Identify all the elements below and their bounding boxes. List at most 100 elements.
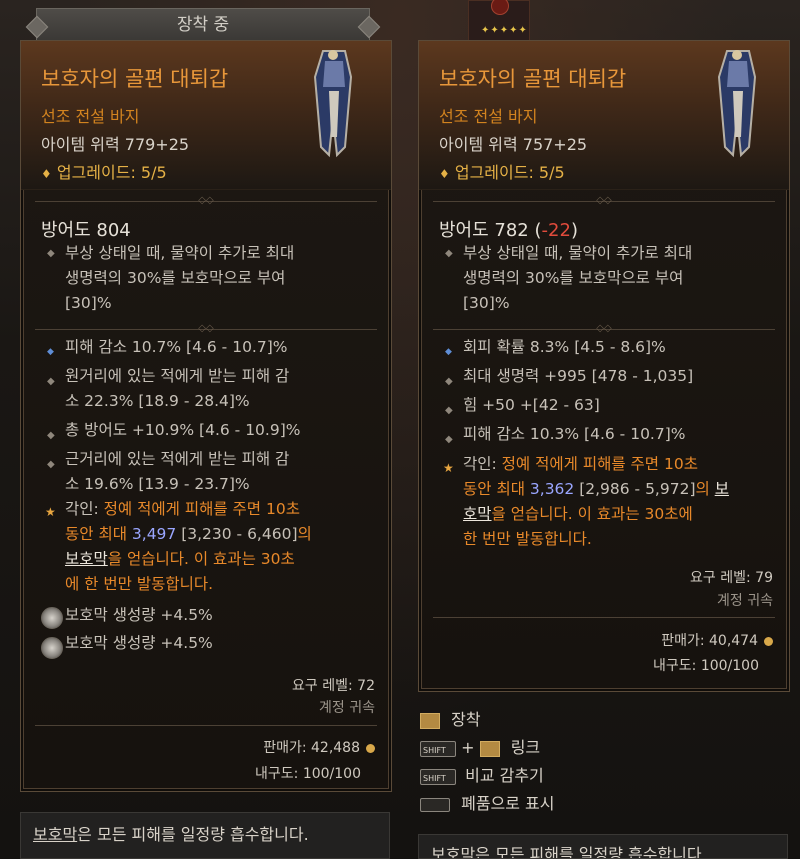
item-type: 선조 전설 바지 — [41, 107, 140, 126]
space-key-icon — [420, 797, 450, 812]
affix-line: 최대 생명력 +995 [478 - 1,035] — [463, 367, 694, 385]
required-level: 요구 레벨: 79 — [690, 570, 773, 586]
aspect-line: 동안 최대 3,362 [2,986 - 5,972]의 보 — [463, 480, 729, 498]
armor-delta: -22 — [541, 220, 571, 241]
barrier-tooltip-note: 보호막은 모든 피해를 일정량 흡수합니다. — [418, 834, 788, 859]
item-type: 선조 전설 바지 — [439, 107, 538, 126]
hide-compare-label: 비교 감추기 — [465, 766, 544, 785]
equip-action[interactable]: 장착 — [420, 706, 481, 730]
barrier-keyword-link[interactable]: 호막 — [463, 505, 492, 523]
item-upgrade: ♦ 업그레이드: 5/5 — [439, 159, 565, 183]
right-mouse-icon — [420, 712, 440, 729]
divider-ornament-icon: ◇◇ — [198, 323, 214, 334]
gem-banner: ✦✦✦✦✦ — [468, 0, 530, 42]
aspect-star-icon: ★ — [443, 461, 454, 475]
implicit-line: [30]% — [463, 294, 510, 312]
item-upgrade: ♦ 업그레이드: 5/5 — [41, 159, 167, 183]
affix-bullet-icon: ◆ — [445, 434, 453, 445]
socket-line: 보호막 생성량 +4.5% — [65, 634, 213, 652]
affix-bullet-icon: ◆ — [47, 459, 55, 470]
durability: 내구도: 100/100 — [255, 766, 361, 782]
sell-price: 판매가: 40,474 — [661, 630, 773, 650]
compare-item-tooltip: 보호자의 골편 대퇴갑 선조 전설 바지 아이템 위력 757+25 ♦ 업그레… — [418, 40, 790, 692]
affix-bullet-icon: ◆ — [445, 347, 452, 357]
mark-junk-action[interactable]: 폐품으로 표시 — [420, 790, 555, 814]
hide-compare-action[interactable]: SHIFT 비교 감추기 — [420, 762, 544, 786]
affix-bullet-icon: ◆ — [445, 376, 453, 387]
implicit-line: 부상 상태일 때, 물약이 추가로 최대 — [65, 244, 295, 262]
sell-price: 판매가: 42,488 — [263, 737, 375, 757]
equipped-tab: 장착 중 — [25, 8, 381, 41]
affix-bullet-icon: ◆ — [47, 430, 55, 441]
affix-bullet-icon: ◆ — [47, 347, 54, 357]
note-text: 은 모든 피해를 일정량 흡수합니다. — [475, 845, 707, 859]
aspect-line: 동안 최대 3,497 [3,230 - 6,460]의 — [65, 525, 312, 543]
aspect-line: 호막을 얻습니다. 이 효과는 30초에 — [463, 505, 693, 523]
barrier-keyword: 보호막 — [33, 825, 78, 844]
affix-line: 피해 감소 10.3% [4.6 - 10.7]% — [463, 425, 686, 443]
implicit-line: 생명력의 30%를 보호막으로 부여 — [65, 269, 286, 287]
rating-stars: ✦✦✦✦✦ — [481, 25, 528, 36]
link-action[interactable]: SHIFT + 링크 — [420, 734, 540, 758]
affix-line: 회피 확률 8.3% [4.5 - 8.6]% — [463, 338, 666, 356]
affix-bullet-icon: ◆ — [445, 405, 453, 416]
affix-line: 총 방어도 +10.9% [4.6 - 10.9]% — [65, 421, 301, 439]
upgrade-diamond-icon: ♦ — [41, 167, 52, 181]
aspect-line: 각인: 정예 적에게 피해를 주면 10초 — [463, 455, 698, 473]
implicit-line: [30]% — [65, 294, 112, 312]
aspect-line: 에 한 번만 발동합니다. — [65, 575, 214, 593]
socket-line: 보호막 생성량 +4.5% — [65, 606, 213, 624]
item-power: 아이템 위력 757+25 — [439, 135, 588, 154]
implicit-bullet-icon: ◆ — [47, 248, 55, 259]
note-text: 은 모든 피해를 일정량 흡수합니다. — [77, 825, 309, 844]
socketed-gem-icon — [41, 637, 63, 659]
equipped-tab-label: 장착 중 — [176, 15, 230, 35]
divider — [35, 725, 377, 726]
affix-line: 근거리에 있는 적에게 받는 피해 감 — [65, 450, 290, 468]
left-mouse-icon — [479, 740, 500, 757]
aspect-line: 보호막을 얻습니다. 이 효과는 30초 — [65, 550, 295, 568]
item-power: 아이템 위력 779+25 — [41, 135, 190, 154]
item-name: 보호자의 골편 대퇴갑 — [41, 67, 229, 91]
durability: 내구도: 100/100 — [653, 658, 759, 674]
upgrade-diamond-icon: ♦ — [439, 167, 450, 181]
affix-line: 피해 감소 10.7% [4.6 - 10.7]% — [65, 338, 288, 356]
aspect-line: 각인: 정예 적에게 피해를 주면 10초 — [65, 500, 300, 518]
pants-item-icon — [717, 50, 757, 158]
pants-item-icon — [313, 50, 353, 158]
affix-line: 소 19.6% [13.9 - 23.7]% — [65, 475, 250, 493]
affix-line: 힘 +50 +[42 - 63] — [463, 396, 600, 414]
equip-label: 장착 — [451, 710, 481, 729]
affix-line: 소 22.3% [18.9 - 28.4]% — [65, 392, 250, 410]
barrier-tooltip-note: 보호막은 모든 피해를 일정량 흡수합니다. — [20, 812, 390, 859]
barrier-keyword: 보호막 — [431, 845, 476, 859]
required-level: 요구 레벨: 72 — [292, 678, 375, 694]
armor-value: 방어도 804 — [41, 220, 131, 241]
implicit-line: 생명력의 30%를 보호막으로 부여 — [463, 269, 684, 287]
item-name: 보호자의 골편 대퇴갑 — [439, 67, 627, 91]
link-label: 링크 — [510, 738, 541, 757]
upgrade-text: 업그레이드: 5/5 — [56, 163, 167, 182]
divider-ornament-icon: ◇◇ — [198, 195, 214, 206]
plus-label: + — [461, 738, 475, 757]
armor-value: 방어도 782 (-22) — [439, 220, 578, 241]
shift-key-icon: SHIFT — [420, 768, 456, 785]
shift-key-icon: SHIFT — [420, 740, 456, 757]
mark-junk-label: 폐품으로 표시 — [461, 794, 555, 813]
gold-coin-icon — [366, 743, 375, 753]
gold-coin-icon — [764, 636, 773, 646]
equipped-item-tooltip: 보호자의 골편 대퇴갑 선조 전설 바지 아이템 위력 779+25 ♦ 업그레… — [20, 40, 392, 792]
implicit-bullet-icon: ◆ — [445, 248, 453, 259]
affix-bullet-icon: ◆ — [47, 376, 55, 387]
divider — [433, 617, 775, 618]
red-orb-icon — [491, 0, 509, 15]
affix-line: 원거리에 있는 적에게 받는 피해 감 — [65, 367, 290, 385]
upgrade-text: 업그레이드: 5/5 — [454, 163, 565, 182]
account-bound: 계정 귀속 — [319, 700, 375, 716]
implicit-line: 부상 상태일 때, 물약이 추가로 최대 — [463, 244, 693, 262]
divider-ornament-icon: ◇◇ — [596, 323, 612, 334]
socketed-gem-icon — [41, 607, 63, 629]
barrier-keyword-link[interactable]: 보호막 — [65, 550, 108, 568]
account-bound: 계정 귀속 — [717, 593, 773, 609]
aspect-line: 한 번만 발동합니다. — [463, 530, 592, 548]
